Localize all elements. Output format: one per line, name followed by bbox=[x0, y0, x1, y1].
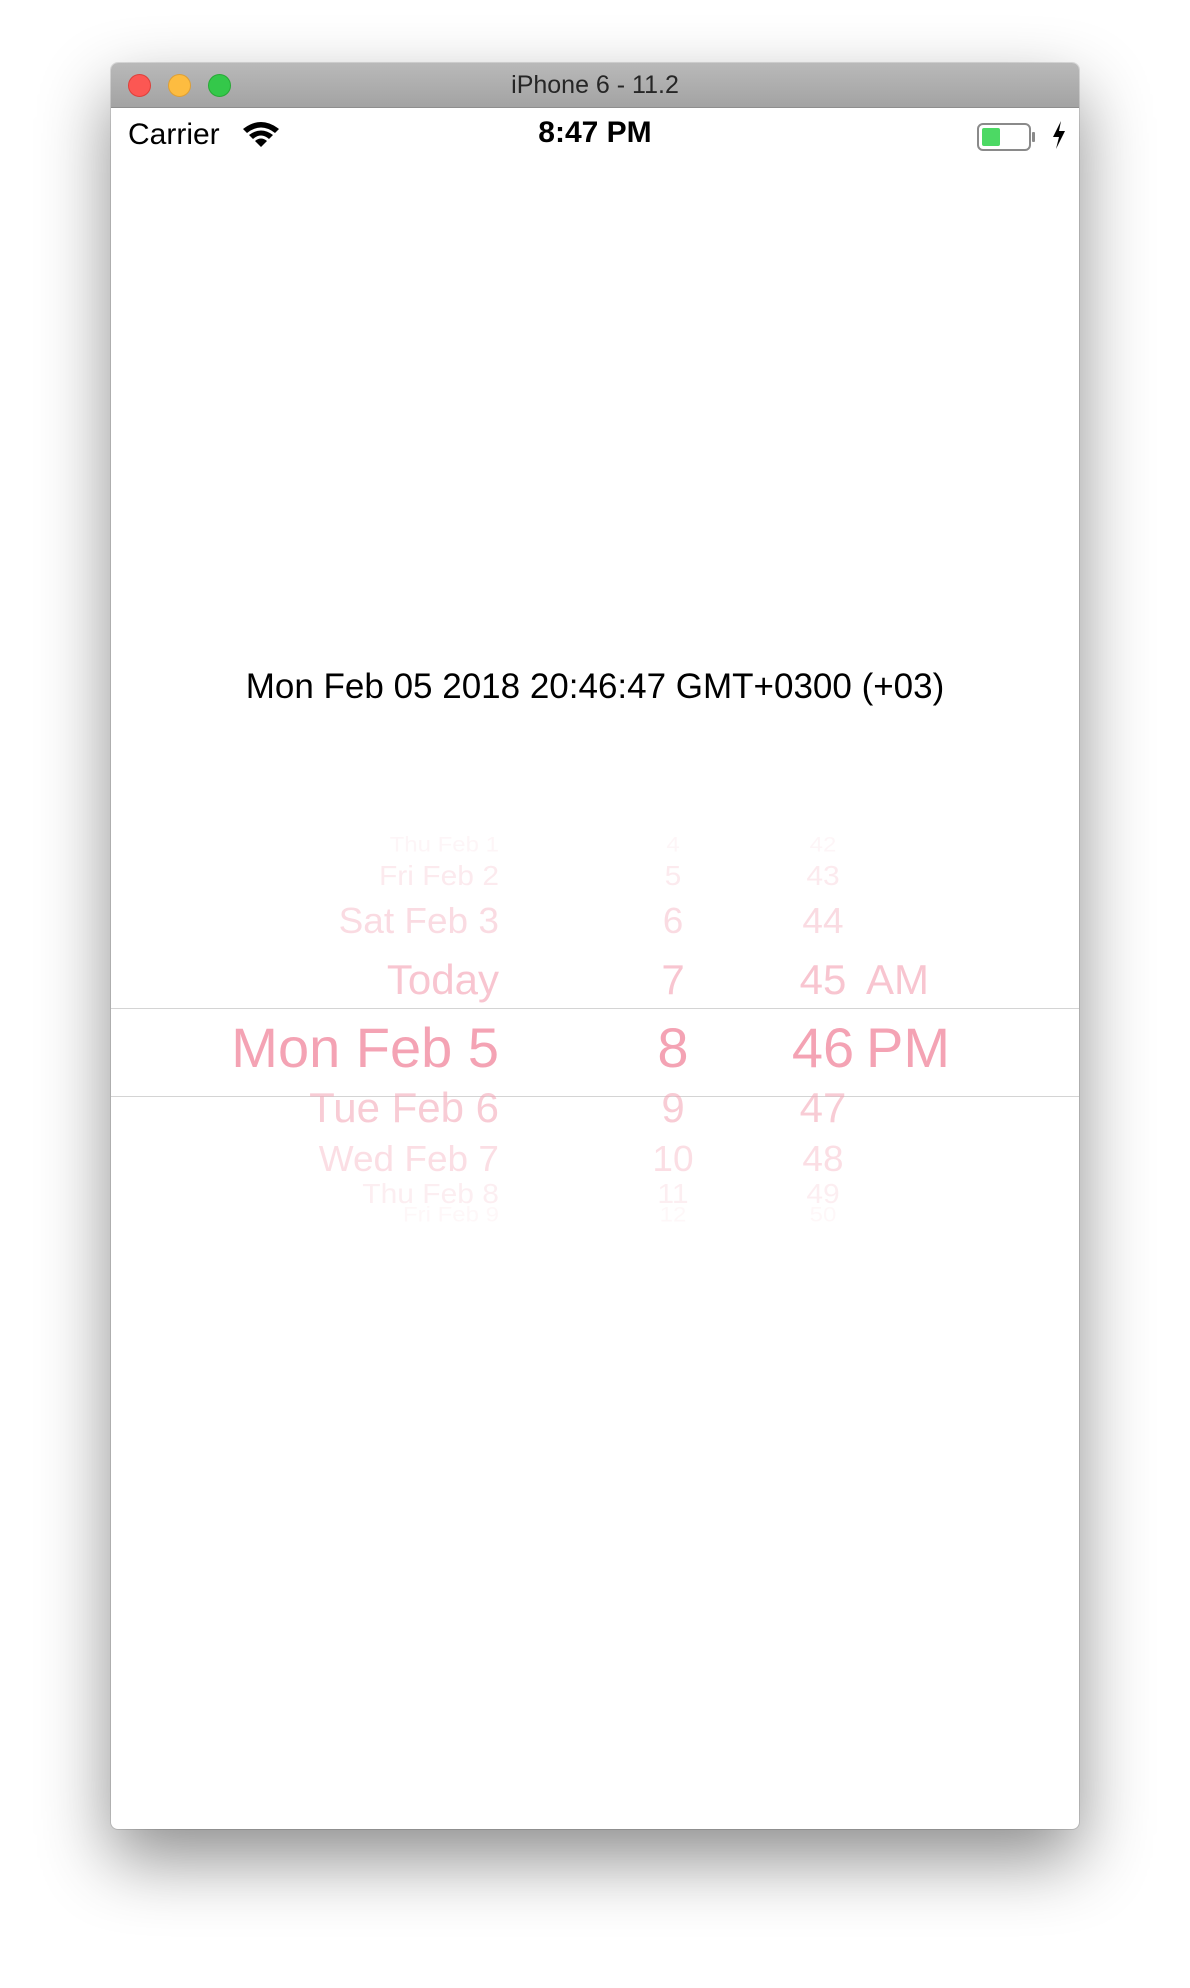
picker-hour: 9 bbox=[661, 1084, 685, 1131]
picker-minute: 46 bbox=[791, 1016, 855, 1079]
picker-hour: 7 bbox=[661, 956, 685, 1003]
battery-icon bbox=[977, 123, 1035, 151]
picker-day: Today bbox=[386, 956, 499, 1003]
picker-ampm: PM bbox=[866, 1016, 950, 1079]
picker-minute: 43 bbox=[806, 861, 840, 892]
picker-day: Mon Feb 5 bbox=[231, 1016, 499, 1079]
picker-day: Tue Feb 6 bbox=[309, 1084, 499, 1131]
picker-hour: 5 bbox=[664, 861, 682, 892]
battery-level bbox=[982, 128, 1000, 146]
window-titlebar[interactable]: iPhone 6 - 11.2 bbox=[111, 63, 1079, 108]
picker-minute: 44 bbox=[802, 901, 844, 941]
picker-day: Fri Feb 9 bbox=[402, 1203, 499, 1227]
picker-hour: 6 bbox=[662, 901, 684, 941]
selection-bottom-line bbox=[111, 1096, 1079, 1097]
picker-hour: 4 bbox=[666, 833, 680, 857]
picker-ampm: AM bbox=[866, 956, 929, 1003]
picker-hour: 8 bbox=[657, 1016, 689, 1079]
picker-day: Thu Feb 1 bbox=[389, 833, 499, 857]
picker-day: Fri Feb 2 bbox=[378, 861, 499, 892]
selected-date-text: Mon Feb 05 2018 20:46:47 GMT+0300 (+03) bbox=[245, 667, 945, 706]
simulator-window: iPhone 6 - 11.2 Carrier 8:47 PM Mon Feb … bbox=[111, 63, 1079, 1829]
ios-status-bar: Carrier 8:47 PM bbox=[111, 107, 1079, 163]
picker-minute: 47 bbox=[799, 1084, 847, 1131]
date-time-picker[interactable]: Thu Feb 1 4 42 Fri Feb 2 5 43 Sat Feb 3 6 44 Toda… bbox=[111, 753, 1079, 1283]
picker-day: Wed Feb 7 bbox=[318, 1139, 499, 1179]
charging-bolt-icon bbox=[1053, 121, 1065, 149]
picker-hour: 10 bbox=[652, 1139, 694, 1179]
picker-hour: 12 bbox=[659, 1203, 687, 1227]
picker-minute: 42 bbox=[809, 833, 837, 857]
window-title: iPhone 6 - 11.2 bbox=[511, 71, 679, 99]
picker-minute: 48 bbox=[802, 1139, 844, 1179]
selection-top-line bbox=[111, 1008, 1079, 1009]
picker-minute: 50 bbox=[809, 1203, 837, 1227]
picker-day: Sat Feb 3 bbox=[338, 901, 499, 941]
status-time: 8:47 PM bbox=[538, 116, 652, 149]
picker-minute: 45 bbox=[799, 956, 847, 1003]
